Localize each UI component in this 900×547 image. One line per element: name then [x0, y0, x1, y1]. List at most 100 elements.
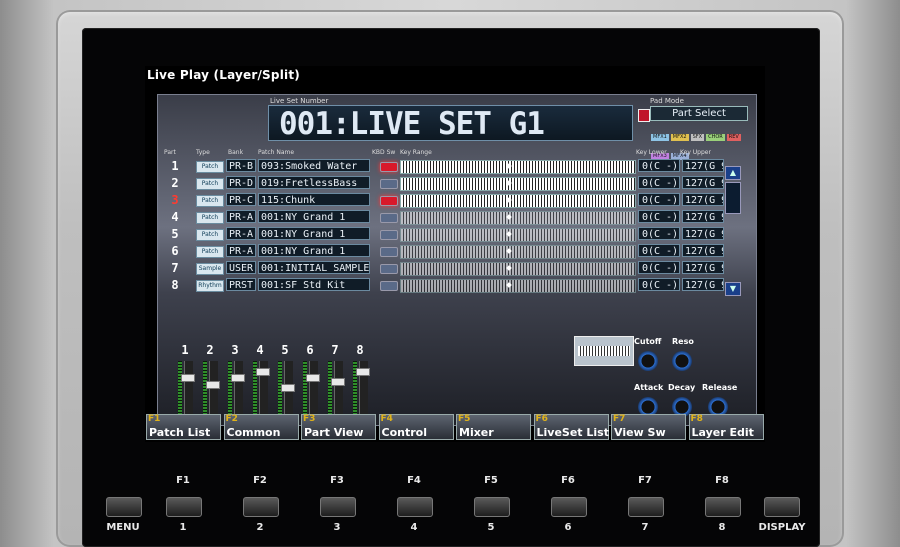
- function-button-f5[interactable]: F5 Mixer: [456, 414, 531, 440]
- hw-display-button[interactable]: [764, 497, 800, 517]
- patch-name-cell[interactable]: 001:NY Grand 1: [258, 227, 370, 240]
- fader-channel[interactable]: 1: [176, 343, 195, 433]
- function-button-f1[interactable]: F1 Patch List: [146, 414, 221, 440]
- key-upper-cell[interactable]: 127(G 9): [682, 278, 724, 291]
- key-range-keyboard[interactable]: [400, 262, 636, 276]
- cutoff-knob[interactable]: [638, 351, 658, 371]
- fader-channel[interactable]: 4: [251, 343, 270, 433]
- hw-f2-button[interactable]: [243, 497, 279, 517]
- hw-f5-button[interactable]: [474, 497, 510, 517]
- bank-cell[interactable]: PR-A: [226, 227, 256, 240]
- pad-mode-select[interactable]: Part Select: [650, 106, 748, 121]
- function-button-f7[interactable]: F7 View Sw: [611, 414, 686, 440]
- bank-cell[interactable]: PR-B: [226, 159, 256, 172]
- key-range-keyboard[interactable]: [400, 194, 636, 208]
- table-row[interactable]: 8 RhythmPRST001:SF Std Kit 0(C -)127(G 9): [162, 278, 752, 293]
- fader-cap[interactable]: [256, 368, 270, 376]
- part-type-badge[interactable]: Patch: [196, 229, 224, 241]
- key-range-keyboard[interactable]: [400, 160, 636, 174]
- key-lower-cell[interactable]: 0(C -): [638, 227, 680, 240]
- fader-channel[interactable]: 2: [201, 343, 220, 433]
- fader-channel[interactable]: 7: [326, 343, 345, 433]
- scroll-up-icon[interactable]: ▲: [725, 166, 741, 180]
- part-type-badge[interactable]: Patch: [196, 195, 224, 207]
- key-lower-cell[interactable]: 0(C -): [638, 244, 680, 257]
- key-range-keyboard[interactable]: [400, 279, 636, 293]
- fader-cap[interactable]: [181, 374, 195, 382]
- bank-cell[interactable]: PR-A: [226, 244, 256, 257]
- patch-name-cell[interactable]: 115:Chunk: [258, 193, 370, 206]
- function-button-f3[interactable]: F3 Part View: [301, 414, 376, 440]
- key-range-keyboard[interactable]: [400, 245, 636, 259]
- key-upper-cell[interactable]: 127(G 9): [682, 244, 724, 257]
- live-set-name[interactable]: 001:LIVE SET G1: [268, 105, 633, 142]
- key-lower-cell[interactable]: 0(C -): [638, 261, 680, 274]
- part-type-badge[interactable]: Patch: [196, 246, 224, 258]
- key-lower-cell[interactable]: 0(C -): [638, 210, 680, 223]
- patch-name-cell[interactable]: 001:NY Grand 1: [258, 244, 370, 257]
- key-upper-cell[interactable]: 127(G 9): [682, 176, 724, 189]
- table-row[interactable]: 6 PatchPR-A001:NY Grand 1 0(C -)127(G 9): [162, 244, 752, 259]
- kbd-switch-button[interactable]: [380, 281, 398, 291]
- part-type-badge[interactable]: Rhythm: [196, 280, 224, 292]
- key-lower-cell[interactable]: 0(C -): [638, 176, 680, 189]
- key-lower-cell[interactable]: 0(C -): [638, 193, 680, 206]
- function-button-f2[interactable]: F2 Common: [223, 414, 299, 440]
- bank-cell[interactable]: PRST: [226, 278, 256, 291]
- kbd-switch-button[interactable]: [380, 264, 398, 274]
- table-row[interactable]: 4 PatchPR-A001:NY Grand 1 0(C -)127(G 9): [162, 210, 752, 225]
- hw-f3-button[interactable]: [320, 497, 356, 517]
- key-upper-cell[interactable]: 127(G 9): [682, 193, 724, 206]
- key-range-keyboard[interactable]: [400, 228, 636, 242]
- patch-name-cell[interactable]: 001:NY Grand 1: [258, 210, 370, 223]
- bank-cell[interactable]: PR-A: [226, 210, 256, 223]
- key-upper-cell[interactable]: 127(G 9): [682, 159, 724, 172]
- key-lower-cell[interactable]: 0(C -): [638, 159, 680, 172]
- bank-cell[interactable]: PR-C: [226, 193, 256, 206]
- reso-knob[interactable]: [672, 351, 692, 371]
- table-row[interactable]: 1 PatchPR-B093:Smoked Water 0(C -)127(G 9): [162, 159, 752, 174]
- part-type-badge[interactable]: Sample: [196, 263, 224, 275]
- kbd-switch-button[interactable]: [380, 196, 398, 206]
- table-row[interactable]: 5 PatchPR-A001:NY Grand 1 0(C -)127(G 9): [162, 227, 752, 242]
- table-row[interactable]: 7 Sample USER 001:INITIAL SAMPLE 0(C -) 127(G…: [162, 261, 752, 276]
- table-row[interactable]: 3 PatchPR-C115:Chunk 0(C -)127(G 9): [162, 193, 752, 208]
- kbd-switch-button[interactable]: [380, 247, 398, 257]
- key-upper-cell[interactable]: 127(G 9): [682, 261, 724, 274]
- key-range-keyboard[interactable]: [400, 211, 636, 225]
- fader-channel[interactable]: 8: [351, 343, 370, 433]
- function-button-f4[interactable]: F4 Control: [378, 414, 454, 440]
- scroll-down-icon[interactable]: ▼: [725, 282, 741, 296]
- hw-menu-button[interactable]: [106, 497, 142, 517]
- function-button-f6[interactable]: F6 LiveSet List: [533, 414, 609, 440]
- patch-name-cell[interactable]: 093:Smoked Water: [258, 159, 370, 172]
- kbd-switch-button[interactable]: [380, 179, 398, 189]
- fader-channel[interactable]: 6: [301, 343, 320, 433]
- part-type-badge[interactable]: Patch: [196, 161, 224, 173]
- patch-name-cell[interactable]: 001:SF Std Kit: [258, 278, 370, 291]
- fader-channel[interactable]: 3: [226, 343, 245, 433]
- scroll-thumb[interactable]: [725, 182, 741, 214]
- hw-f8-button[interactable]: [705, 497, 741, 517]
- fader-channel[interactable]: 5: [276, 343, 295, 433]
- hw-f4-button[interactable]: [397, 497, 433, 517]
- bank-cell[interactable]: PR-D: [226, 176, 256, 189]
- part-scrollbar[interactable]: ▲ ▼: [725, 166, 741, 306]
- hw-f6-button[interactable]: [551, 497, 587, 517]
- kbd-switch-button[interactable]: [380, 162, 398, 172]
- part-type-badge[interactable]: Patch: [196, 178, 224, 190]
- key-upper-cell[interactable]: 127(G 9): [682, 227, 724, 240]
- fader-cap[interactable]: [306, 374, 320, 382]
- patch-name-cell[interactable]: 001:INITIAL SAMPLE: [258, 261, 370, 274]
- key-upper-cell[interactable]: 127(G 9): [682, 210, 724, 223]
- function-button-f8[interactable]: F8 Layer Edit: [688, 414, 764, 440]
- table-row[interactable]: 2 PatchPR-D019:FretlessBass 0(C -)127(G 9): [162, 176, 752, 191]
- hw-f1-button[interactable]: [166, 497, 202, 517]
- fader-cap[interactable]: [356, 368, 370, 376]
- bank-cell[interactable]: USER: [226, 261, 256, 274]
- fader-cap[interactable]: [281, 384, 295, 392]
- hw-f7-button[interactable]: [628, 497, 664, 517]
- fader-cap[interactable]: [206, 381, 220, 389]
- part-type-badge[interactable]: Patch: [196, 212, 224, 224]
- kbd-switch-button[interactable]: [380, 230, 398, 240]
